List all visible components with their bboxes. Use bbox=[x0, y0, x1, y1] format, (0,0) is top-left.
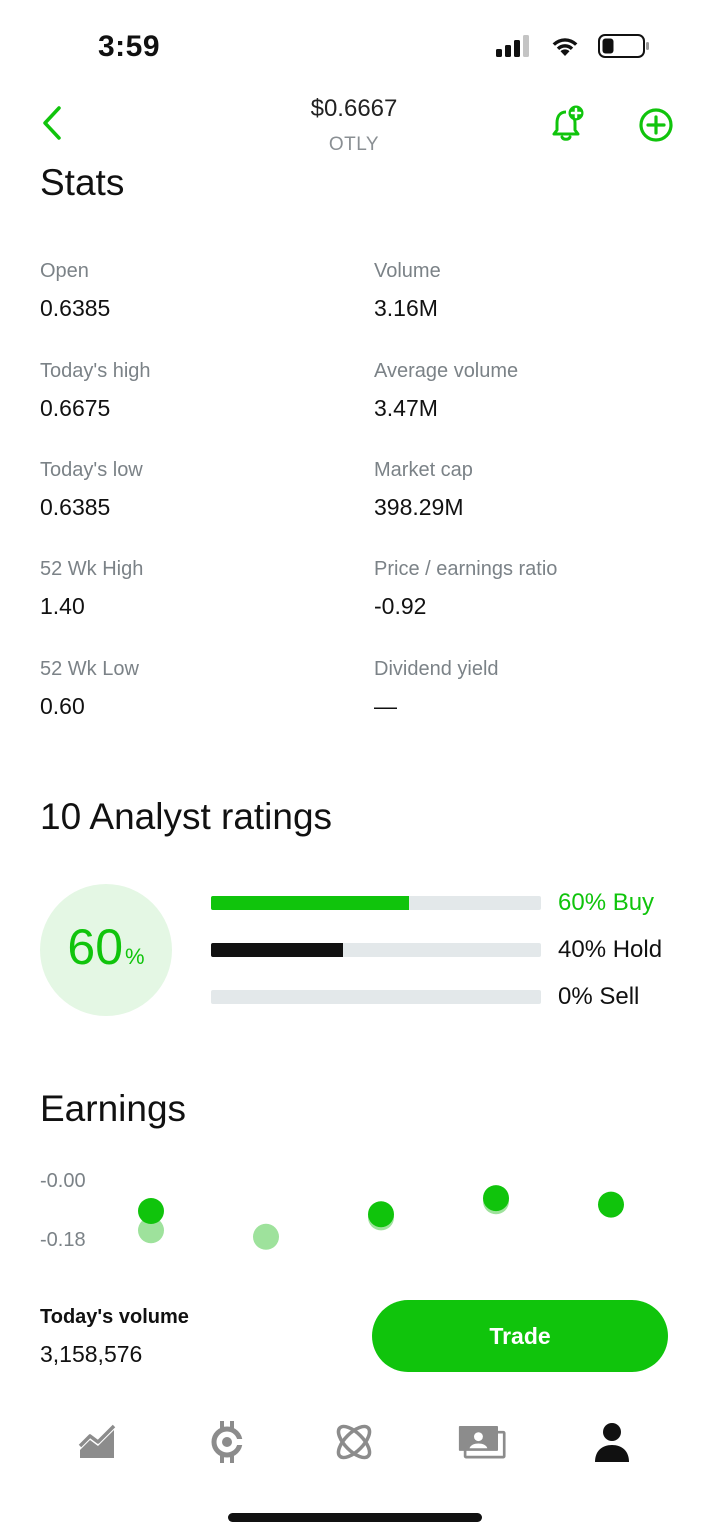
earnings-chart bbox=[138, 1185, 624, 1250]
stat-value: 0.60 bbox=[40, 693, 85, 719]
earnings-estimate-point bbox=[253, 1223, 279, 1250]
earnings-actual-point bbox=[368, 1201, 394, 1228]
stats-title: Stats bbox=[40, 162, 125, 203]
stat-todays-high: Today's high 0.6675 bbox=[40, 360, 360, 422]
stat-label: Market cap bbox=[374, 459, 473, 481]
plus-circle-icon bbox=[639, 108, 673, 142]
stat-label: Price / earnings ratio bbox=[374, 558, 558, 580]
tab-investing[interactable] bbox=[74, 1418, 122, 1466]
hold-rating-bar bbox=[211, 943, 541, 957]
stat-dividend-yield: Dividend yield — bbox=[374, 658, 694, 720]
earnings-actual-point bbox=[483, 1185, 509, 1212]
chart-icon bbox=[78, 1424, 116, 1458]
stat-pe-ratio: Price / earnings ratio -0.92 bbox=[374, 558, 694, 620]
stat-label: 52 Wk Low bbox=[40, 658, 139, 680]
stat-52wk-high: 52 Wk High 1.40 bbox=[40, 558, 360, 620]
add-alert-button[interactable] bbox=[550, 104, 586, 144]
header-price: $0.6667 bbox=[310, 95, 398, 122]
stat-52wk-low: 52 Wk Low 0.60 bbox=[40, 658, 360, 720]
buy-rating-bar bbox=[211, 896, 541, 910]
bitcoin-icon bbox=[211, 1421, 246, 1463]
stat-value: 0.6675 bbox=[40, 395, 111, 421]
status-time: 3:59 bbox=[98, 30, 161, 63]
buy-rating-bar-fill bbox=[211, 896, 409, 910]
analyst-ratings-title: 10 Analyst ratings bbox=[40, 796, 333, 837]
tab-cash[interactable] bbox=[458, 1418, 506, 1466]
money-icon bbox=[458, 1426, 506, 1459]
stat-label: 52 Wk High bbox=[40, 558, 144, 580]
stat-volume: Volume 3.16M bbox=[374, 260, 694, 322]
stat-value: 0.6385 bbox=[40, 494, 111, 520]
hold-rating-bar-fill bbox=[211, 943, 343, 957]
hold-rating-label: 40% Hold bbox=[558, 936, 663, 963]
todays-volume-value: 3,158,576 bbox=[40, 1341, 143, 1367]
buy-rating-circle: 60 % bbox=[40, 884, 172, 1016]
tab-explore[interactable] bbox=[330, 1418, 378, 1466]
buy-rating-label: 60% Buy bbox=[558, 889, 655, 916]
sell-rating-label: 0% Sell bbox=[558, 983, 640, 1010]
stat-value: 3.47M bbox=[374, 395, 438, 421]
stat-open: Open 0.6385 bbox=[40, 260, 360, 322]
stat-value: 398.29M bbox=[374, 494, 464, 520]
bell-plus-icon bbox=[552, 105, 584, 141]
stat-value: 1.40 bbox=[40, 593, 85, 619]
sell-rating-bar bbox=[211, 990, 541, 1004]
wifi-icon bbox=[552, 38, 578, 56]
rating-circle-unit: % bbox=[125, 944, 145, 969]
stat-label: Dividend yield bbox=[374, 658, 499, 680]
stat-label: Open bbox=[40, 260, 89, 282]
stat-average-volume: Average volume 3.47M bbox=[374, 360, 694, 422]
cellular-signal-icon bbox=[496, 35, 529, 57]
stat-value: — bbox=[374, 693, 397, 719]
header-ticker: OTLY bbox=[328, 134, 380, 155]
tab-crypto[interactable] bbox=[203, 1418, 251, 1466]
earnings-actual-point bbox=[598, 1191, 624, 1218]
stat-market-cap: Market cap 398.29M bbox=[374, 459, 694, 521]
rating-circle-value: 60 bbox=[67, 919, 124, 975]
profile-icon bbox=[595, 1423, 629, 1462]
stat-label: Volume bbox=[374, 260, 441, 282]
atom-icon bbox=[336, 1424, 372, 1460]
todays-volume-label: Today's volume bbox=[40, 1306, 189, 1328]
stat-todays-low: Today's low 0.6385 bbox=[40, 459, 360, 521]
stat-label: Today's low bbox=[40, 459, 143, 481]
earnings-actual-point bbox=[138, 1198, 164, 1224]
home-indicator bbox=[228, 1513, 482, 1522]
battery-icon bbox=[598, 34, 649, 58]
add-to-list-button[interactable] bbox=[638, 107, 674, 143]
status-icons bbox=[496, 34, 650, 58]
stat-value: 3.16M bbox=[374, 295, 438, 321]
stat-value: -0.92 bbox=[374, 593, 427, 619]
earnings-title: Earnings bbox=[40, 1088, 187, 1129]
stat-value: 0.6385 bbox=[40, 295, 111, 321]
trade-button[interactable]: Trade bbox=[372, 1300, 668, 1372]
stat-label: Today's high bbox=[40, 360, 151, 382]
stat-label: Average volume bbox=[374, 360, 519, 382]
tab-account[interactable] bbox=[588, 1418, 636, 1466]
